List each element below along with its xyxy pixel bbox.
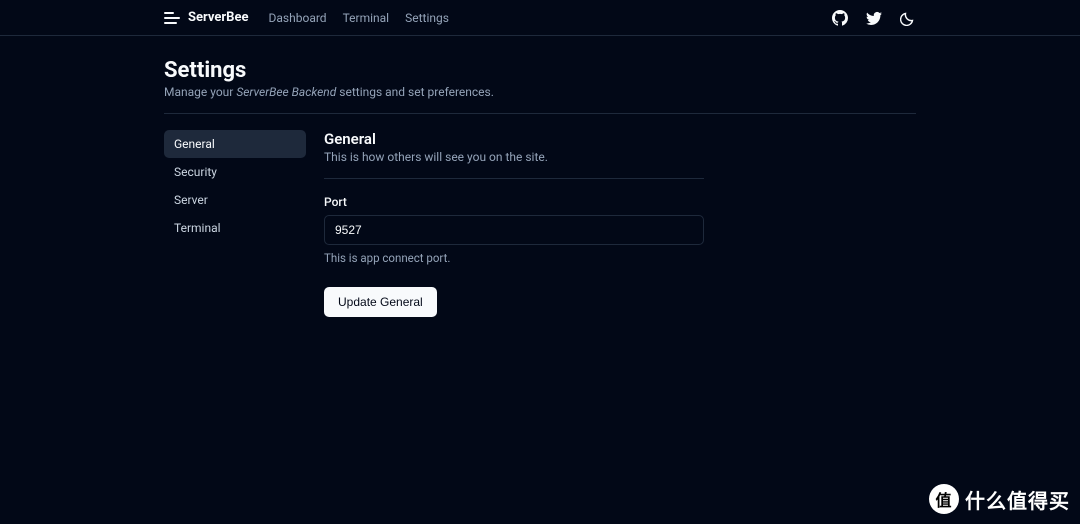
divider (164, 113, 916, 114)
nav-terminal[interactable]: Terminal (343, 11, 390, 25)
port-input[interactable] (324, 215, 704, 245)
port-label: Port (324, 195, 704, 209)
brand[interactable]: ServerBee (164, 10, 249, 26)
section-desc: This is how others will see you on the s… (324, 150, 704, 164)
twitter-icon[interactable] (866, 10, 882, 26)
page-subtitle: Manage your ServerBee Backend settings a… (164, 85, 916, 99)
nav-settings[interactable]: Settings (405, 11, 449, 25)
port-help: This is app connect port. (324, 251, 704, 265)
settings-content: General This is how others will see you … (324, 130, 704, 317)
menu-icon (164, 10, 180, 26)
topbar: ServerBee Dashboard Terminal Settings (0, 0, 1080, 36)
sidebar-item-terminal[interactable]: Terminal (164, 214, 306, 242)
topbar-left: ServerBee Dashboard Terminal Settings (164, 10, 449, 26)
settings-layout: General Security Server Terminal General… (164, 130, 916, 317)
page-container: Settings Manage your ServerBee Backend s… (0, 36, 1080, 317)
watermark-badge: 值 (929, 484, 959, 514)
sidebar-item-general[interactable]: General (164, 130, 306, 158)
moon-icon[interactable] (900, 10, 916, 26)
update-general-button[interactable]: Update General (324, 287, 437, 317)
nav-dashboard[interactable]: Dashboard (269, 11, 327, 25)
sidebar-item-security[interactable]: Security (164, 158, 306, 186)
brand-name: ServerBee (188, 10, 249, 25)
watermark-text: 什么值得买 (965, 485, 1070, 514)
nav-links: Dashboard Terminal Settings (269, 11, 449, 25)
section-title: General (324, 130, 704, 148)
section-divider (324, 178, 704, 179)
watermark: 值 什么值得买 (929, 484, 1070, 514)
github-icon[interactable] (832, 10, 848, 26)
topbar-right (832, 10, 916, 26)
sidebar-item-server[interactable]: Server (164, 186, 306, 214)
page-title: Settings (164, 58, 916, 83)
settings-sidebar: General Security Server Terminal (164, 130, 306, 317)
